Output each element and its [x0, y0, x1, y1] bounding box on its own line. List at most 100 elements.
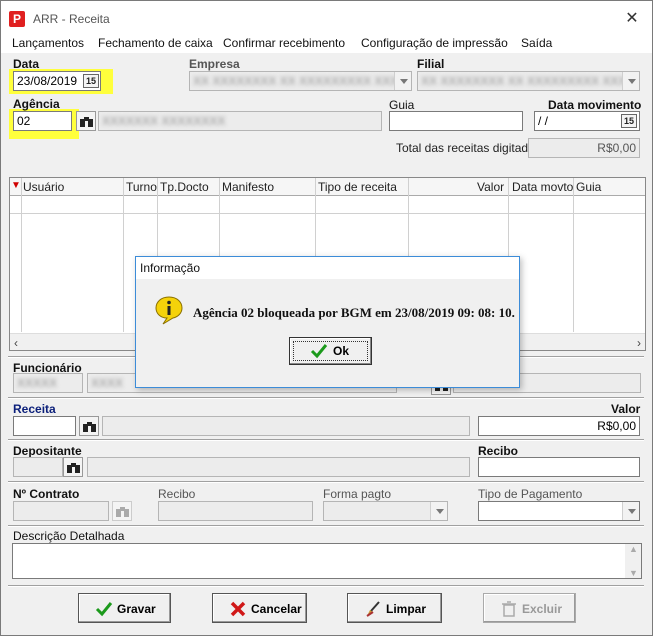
forma-pagto-label: Forma pagto: [323, 487, 392, 501]
dialog-message: Agência 02 bloqueada por BGM em 23/08/20…: [193, 305, 515, 320]
receita-desc-field: [102, 416, 470, 436]
textarea-scrollbar[interactable]: ▲ ▼: [625, 544, 641, 578]
divider: [8, 585, 644, 587]
limpar-button[interactable]: Limpar: [347, 593, 442, 623]
binoculars-icon[interactable]: [76, 111, 96, 131]
depositante-name-field: [87, 457, 470, 477]
menu-confirmar-recebimento[interactable]: Confirmar recebimento: [223, 36, 345, 50]
tipo-pagamento-label: Tipo de Pagamento: [478, 487, 583, 501]
grid-col-divider: [123, 178, 124, 332]
recibo-field[interactable]: [478, 457, 640, 477]
chevron-down-icon: [430, 502, 447, 520]
receita-code-field[interactable]: [13, 416, 76, 436]
guia-label: Guia: [389, 98, 415, 112]
menu-saida[interactable]: Saída: [521, 36, 552, 50]
filial-label: Filial: [417, 57, 445, 71]
ok-label: Ok: [333, 344, 350, 358]
menu-bar: Lançamentos Fechamento de caixa Confirma…: [1, 33, 652, 53]
cross-icon: [230, 601, 246, 617]
empresa-select[interactable]: XX XXXXXXXX XX XXXXXXXXX XXXX: [189, 71, 412, 91]
excluir-label: Excluir: [522, 602, 563, 616]
descricao-label: Descrição Detalhada: [13, 529, 125, 543]
col-tipo-receita[interactable]: Tipo de receita: [318, 180, 397, 194]
menu-lancamentos[interactable]: Lançamentos: [12, 36, 84, 50]
chevron-down-icon: [622, 72, 639, 90]
valor-field[interactable]: R$0,00: [478, 416, 640, 436]
title-bar: P ARR - Receita ✕: [1, 1, 652, 33]
app-logo-icon: P: [9, 11, 25, 27]
scroll-down-icon[interactable]: ▼: [629, 568, 638, 578]
tipo-pagamento-select[interactable]: [478, 501, 640, 521]
ok-focus-ring: [293, 341, 368, 361]
funcionario-name-value: XXXX: [91, 376, 124, 390]
forma-pagto-select[interactable]: [323, 501, 448, 521]
col-manifesto[interactable]: Manifesto: [222, 180, 274, 194]
gravar-button[interactable]: Gravar: [78, 593, 171, 623]
receita-label: Receita: [13, 402, 56, 416]
agencia-desc: XXXXXXX XXXXXXXX: [102, 114, 226, 128]
agencia-field[interactable]: 02: [13, 111, 72, 131]
col-turno[interactable]: Turno: [126, 180, 157, 194]
filial-value: XX XXXXXXXX XX XXXXXXXXX XXXX: [421, 74, 635, 88]
col-data-movto[interactable]: Data movto: [512, 180, 573, 194]
close-icon[interactable]: ✕: [622, 9, 642, 29]
cancelar-button[interactable]: Cancelar: [212, 593, 307, 623]
empresa-value: XX XXXXXXXX XX XXXXXXXXX XXXX: [193, 74, 407, 88]
scroll-up-icon[interactable]: ▲: [629, 544, 638, 554]
window-title: ARR - Receita: [33, 12, 110, 26]
divider: [8, 439, 644, 441]
contrato-label: Nº Contrato: [13, 487, 80, 501]
menu-configuracao-impressao[interactable]: Configuração de impressão: [361, 36, 508, 50]
trash-icon: [502, 601, 516, 617]
scroll-right-icon[interactable]: ›: [637, 336, 641, 350]
divider: [8, 397, 644, 399]
descricao-textarea[interactable]: ▲ ▼: [12, 543, 642, 579]
col-valor[interactable]: Valor: [477, 180, 504, 194]
limpar-label: Limpar: [386, 602, 427, 616]
empresa-label: Empresa: [189, 57, 240, 71]
valor-label: Valor: [611, 402, 641, 416]
funcionario-code: XXXXX: [13, 373, 83, 393]
binoculars-icon[interactable]: [63, 457, 83, 477]
col-guia[interactable]: Guia: [576, 180, 601, 194]
cancelar-label: Cancelar: [251, 602, 302, 616]
data-movimento-label: Data movimento: [548, 98, 642, 112]
funcionario-code-value: XXXXX: [17, 376, 58, 390]
calendar-icon[interactable]: 15: [83, 74, 99, 88]
contrato-recibo-label: Recibo: [158, 487, 196, 501]
guia-field[interactable]: [389, 111, 523, 131]
binoculars-icon[interactable]: [79, 416, 99, 436]
chevron-down-icon: [622, 502, 639, 520]
excluir-button[interactable]: Excluir: [483, 593, 576, 623]
grid-header: ▼ Usuário Turno Tp.Docto Manifesto Tipo …: [10, 178, 645, 196]
grid-col-divider: [573, 178, 574, 332]
grid-col-divider: [21, 178, 22, 332]
chevron-down-icon: [394, 72, 411, 90]
ok-button[interactable]: Ok: [289, 337, 372, 365]
filial-select[interactable]: XX XXXXXXXX XX XXXXXXXXX XXXX: [417, 71, 640, 91]
info-icon: [155, 296, 183, 325]
contrato-recibo-field: [158, 501, 313, 521]
check-icon: [95, 602, 113, 617]
col-usuario[interactable]: Usuário: [23, 180, 64, 194]
total-field: R$0,00: [528, 138, 640, 158]
data-label: Data: [13, 57, 40, 71]
info-dialog: Informação Agência 02 bloqueada por BGM …: [135, 256, 520, 388]
dialog-title: Informação: [136, 257, 519, 279]
broom-icon: [366, 601, 380, 617]
agencia-desc-field: XXXXXXX XXXXXXXX: [98, 111, 382, 131]
scroll-left-icon[interactable]: ‹: [14, 336, 18, 350]
recibo-label: Recibo: [478, 444, 519, 458]
check-icon: [310, 344, 328, 359]
grid-row-divider: [10, 213, 645, 214]
sort-arrow-icon: ▼: [11, 180, 21, 191]
calendar-icon[interactable]: 15: [621, 114, 637, 128]
binoculars-icon: [112, 501, 132, 521]
depositante-code-field: [13, 457, 63, 477]
gravar-label: Gravar: [117, 602, 156, 616]
agencia-label: Agência: [13, 97, 60, 111]
divider: [8, 481, 644, 483]
total-label: Total das receitas digitadas: [396, 141, 541, 155]
col-tp-docto[interactable]: Tp.Docto: [160, 180, 209, 194]
menu-fechamento-caixa[interactable]: Fechamento de caixa: [98, 36, 213, 50]
